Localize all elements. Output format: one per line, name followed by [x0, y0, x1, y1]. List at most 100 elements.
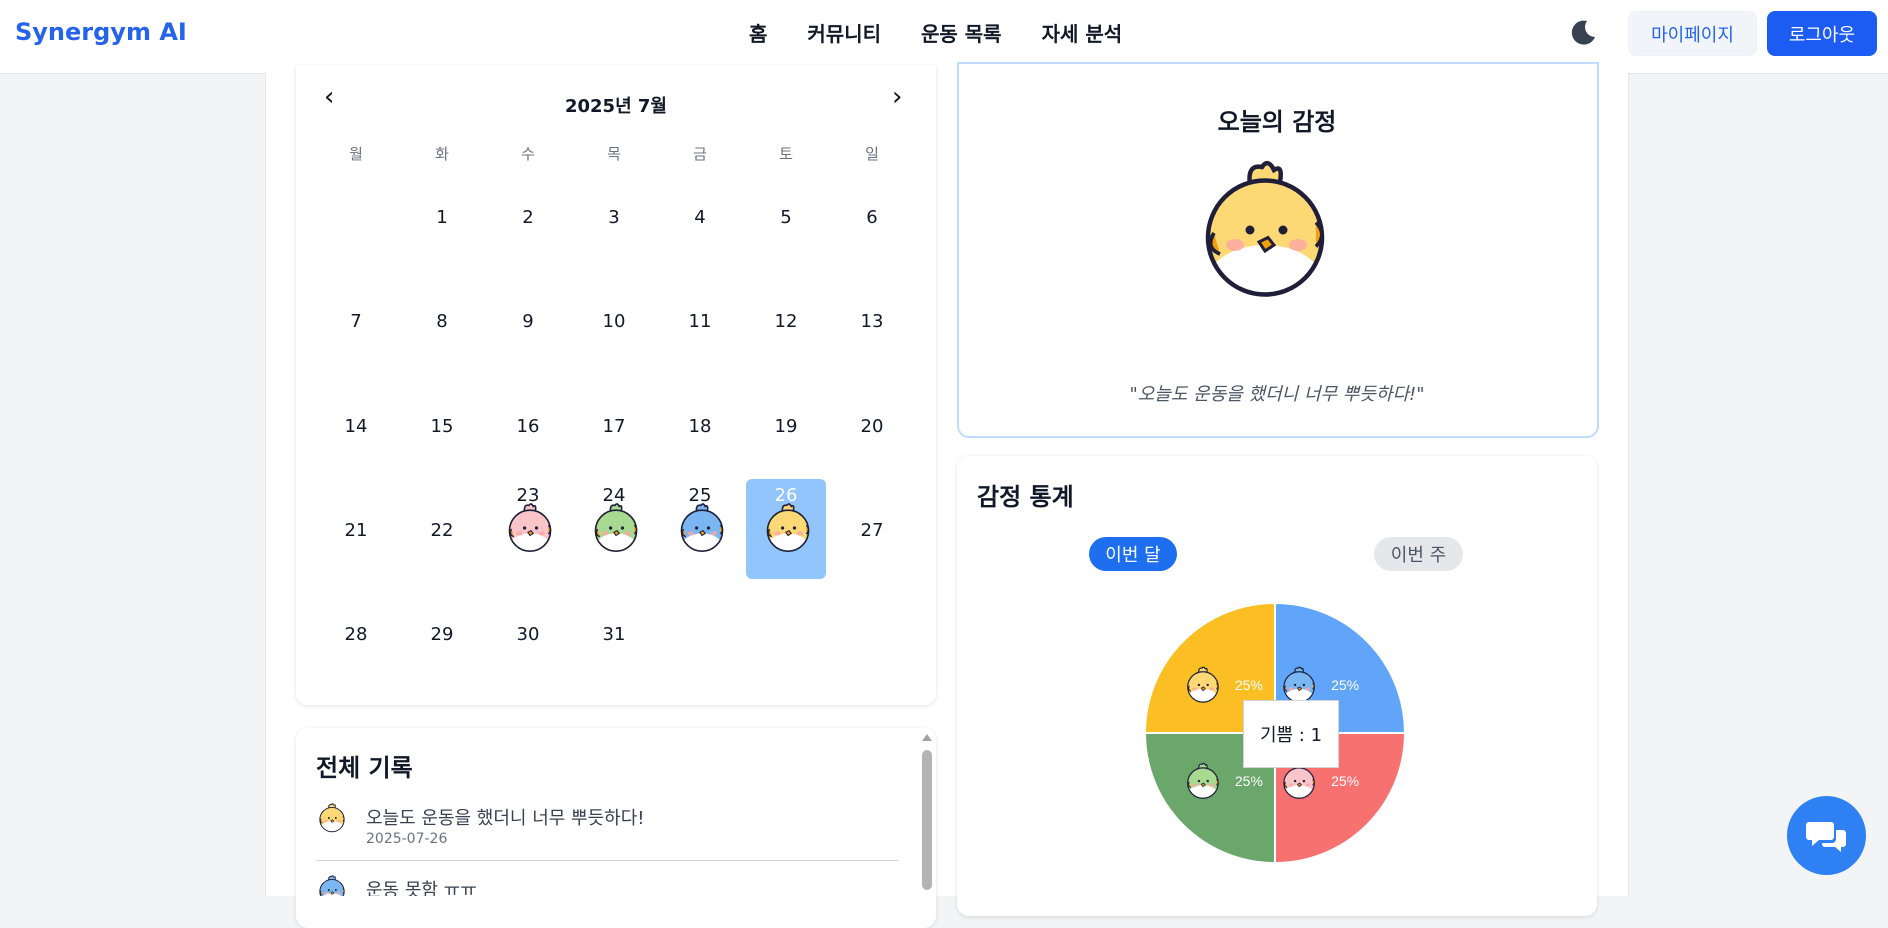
- pie-slice-label: 25%: [1331, 773, 1359, 789]
- nav-community[interactable]: 커뮤니티: [807, 18, 881, 47]
- calendar-day[interactable]: 26: [746, 479, 826, 579]
- calendar-day-number: 21: [344, 520, 368, 541]
- history-title: 전체 기록: [316, 754, 413, 782]
- chick-blue-icon: [316, 874, 348, 896]
- nav-posture-analysis[interactable]: 자세 분석: [1042, 18, 1123, 47]
- calendar-day[interactable]: 20: [832, 375, 912, 475]
- calendar-day-number: 4: [694, 207, 706, 228]
- calendar-day-number: 6: [866, 207, 878, 228]
- nav-exercise-list[interactable]: 운동 목록: [921, 18, 1002, 47]
- calendar-month-title: 2025년 7월: [564, 96, 667, 117]
- calendar-day-number: 1: [436, 207, 448, 228]
- calendar-day-number: 30: [516, 624, 540, 645]
- mypage-button[interactable]: 마이페이지: [1628, 11, 1757, 56]
- calendar-day-number: 28: [344, 624, 368, 645]
- scrollbar-thumb[interactable]: [922, 750, 932, 890]
- pie-slice-label: 25%: [1235, 773, 1263, 789]
- calendar-day[interactable]: 28: [316, 583, 396, 683]
- history-item[interactable]: 운동 못함 ㅠㅠ: [316, 872, 898, 896]
- today-emotion-quote: "오늘도 운동을 했더니 너무 뿌듯하다!": [1129, 384, 1425, 405]
- calendar-day[interactable]: 3: [574, 166, 654, 266]
- calendar-weekday: 토: [779, 145, 793, 163]
- calendar-day[interactable]: 29: [402, 583, 482, 683]
- chick-blue-icon: [675, 501, 729, 555]
- chart-tooltip: 기쁨 : 1: [1243, 700, 1339, 768]
- calendar-weekday: 금: [693, 145, 707, 163]
- history-item[interactable]: 오늘도 운동을 했더니 너무 뿌듯하다! 2025-07-26: [316, 800, 898, 861]
- calendar-day-number: 7: [350, 311, 362, 332]
- today-emotion-title: 오늘의 감정: [1217, 108, 1337, 136]
- pie-slice-label: 25%: [1235, 677, 1263, 693]
- chick-pink-icon: [503, 501, 557, 555]
- calendar-day[interactable]: 17: [574, 375, 654, 475]
- tab-this-month[interactable]: 이번 달: [1089, 537, 1177, 571]
- calendar-day[interactable]: 13: [832, 270, 912, 370]
- brand-logo[interactable]: Synergym AI: [15, 18, 187, 46]
- calendar-weekday: 목: [607, 145, 621, 163]
- calendar-day-number: 9: [522, 311, 534, 332]
- calendar-day[interactable]: 2: [488, 166, 568, 266]
- calendar-day-number: 10: [602, 311, 626, 332]
- calendar-day[interactable]: 8: [402, 270, 482, 370]
- main-nav: 홈 커뮤니티 운동 목록 자세 분석: [749, 18, 1122, 47]
- moon-icon[interactable]: [1568, 18, 1598, 48]
- calendar-day[interactable]: 24: [574, 479, 654, 579]
- calendar-day[interactable]: 10: [574, 270, 654, 370]
- calendar-day-number: 11: [688, 311, 712, 332]
- calendar-day[interactable]: 19: [746, 375, 826, 475]
- history-item-text: 오늘도 운동을 했더니 너무 뿌듯하다!: [366, 808, 645, 829]
- calendar-day[interactable]: 4: [660, 166, 740, 266]
- chick-yellow-icon: [761, 501, 815, 555]
- calendar-day[interactable]: 15: [402, 375, 482, 475]
- calendar-weekday: 수: [521, 145, 535, 163]
- calendar-day-number: 20: [860, 416, 884, 437]
- chat-button[interactable]: [1787, 796, 1866, 875]
- calendar-day[interactable]: 1: [402, 166, 482, 266]
- calendar-day[interactable]: 16: [488, 375, 568, 475]
- pie-slice-label: 25%: [1331, 677, 1359, 693]
- top-navbar: Synergym AI 홈 커뮤니티 운동 목록 자세 분석 마이페이지 로그아…: [0, 0, 1888, 74]
- calendar-day[interactable]: 7: [316, 270, 396, 370]
- calendar-day-number: 17: [602, 416, 626, 437]
- chick-green-icon: [589, 501, 643, 555]
- calendar-day-number: 13: [860, 311, 884, 332]
- nav-home[interactable]: 홈: [749, 18, 767, 47]
- emotion-stats-title: 감정 통계: [977, 483, 1074, 511]
- calendar-day[interactable]: 23: [488, 479, 568, 579]
- chick-yellow-icon: [1190, 155, 1340, 305]
- logout-button[interactable]: 로그아웃: [1767, 11, 1877, 56]
- history-item-date: 2025-07-26: [366, 831, 448, 847]
- calendar-day[interactable]: 18: [660, 375, 740, 475]
- calendar-day[interactable]: 5: [746, 166, 826, 266]
- calendar-day[interactable]: 6: [832, 166, 912, 266]
- calendar-day-number: 29: [430, 624, 454, 645]
- calendar-day[interactable]: 22: [402, 479, 482, 579]
- calendar-day[interactable]: 25: [660, 479, 740, 579]
- calendar-day-number: 31: [602, 624, 626, 645]
- calendar-day-number: 16: [516, 416, 540, 437]
- calendar-day[interactable]: 27: [832, 479, 912, 579]
- calendar-day-number: 14: [344, 416, 368, 437]
- calendar-day-number: 3: [608, 207, 620, 228]
- calendar-day[interactable]: 12: [746, 270, 826, 370]
- chick-yellow-icon: [316, 802, 348, 834]
- calendar-day[interactable]: 30: [488, 583, 568, 683]
- calendar-day-number: 22: [430, 520, 454, 541]
- calendar-weekday: 월: [349, 145, 363, 163]
- calendar-day-number: 5: [780, 207, 792, 228]
- calendar-day-number: 2: [522, 207, 534, 228]
- history-item-text: 운동 못함 ㅠㅠ: [366, 880, 477, 896]
- calendar-day-number: 18: [688, 416, 712, 437]
- calendar-day[interactable]: 21: [316, 479, 396, 579]
- tab-this-week[interactable]: 이번 주: [1374, 537, 1463, 571]
- calendar-day-number: 15: [430, 416, 454, 437]
- calendar-day[interactable]: 9: [488, 270, 568, 370]
- calendar-day[interactable]: 11: [660, 270, 740, 370]
- scroll-up-icon[interactable]: [920, 730, 934, 744]
- calendar-day[interactable]: 31: [574, 583, 654, 683]
- calendar-weekday: 일: [865, 145, 879, 163]
- calendar-day-number: 8: [436, 311, 448, 332]
- calendar-day-number: 27: [860, 520, 884, 541]
- calendar-day[interactable]: 14: [316, 375, 396, 475]
- calendar-weekday: 화: [435, 145, 449, 163]
